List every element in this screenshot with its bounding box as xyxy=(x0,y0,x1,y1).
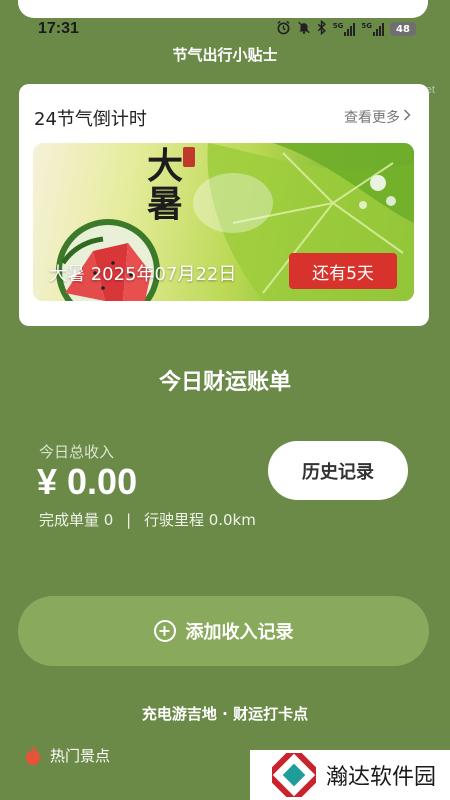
signal-1-icon: 5G xyxy=(333,22,356,36)
network-type-2: 5G xyxy=(361,22,372,30)
add-income-label: 添加收入记录 xyxy=(185,622,294,643)
bluetooth-icon xyxy=(317,19,327,39)
status-bar: 17:31 5G 5G 48 xyxy=(0,16,450,42)
history-button[interactable]: 历史记录 xyxy=(268,441,408,500)
status-time: 17:31 xyxy=(38,20,79,37)
add-income-button[interactable]: + 添加收入记录 xyxy=(18,596,429,666)
income-stats: 完成单量 0 | 行驶里程 0.0km xyxy=(39,509,256,530)
signal-2-icon: 5G xyxy=(361,22,384,36)
alarm-icon xyxy=(276,20,291,39)
view-more-label: 查看更多 xyxy=(344,110,400,126)
ledger-title: 今日财运账单 xyxy=(158,370,291,395)
solar-term-date-line: 大暑 2025年07月22日 xyxy=(49,260,236,286)
checkin-title: 充电游吉地 · 财运打卡点 xyxy=(141,705,309,723)
bell-muted-icon xyxy=(297,20,311,39)
hot-spots-label: 热门景点 xyxy=(50,746,111,765)
brand-watermark: 瀚达软件园 xyxy=(250,750,450,800)
card-title: 24节气倒计时 xyxy=(34,109,147,130)
solar-term-card: 24节气倒计时 查看更多 大暑 大暑 2025年07月22日 还有5天 xyxy=(19,84,429,326)
seal-stamp xyxy=(183,147,195,167)
mileage: 行驶里程 0.0km xyxy=(143,511,256,529)
brand-name: 瀚达软件园 xyxy=(326,765,437,790)
battery-icon: 48 xyxy=(390,22,416,36)
orders-count: 完成单量 0 xyxy=(39,511,114,529)
status-icons: 5G 5G 48 xyxy=(276,19,416,39)
view-more-link[interactable]: 查看更多 xyxy=(344,107,411,127)
stats-separator: | xyxy=(126,511,132,529)
chevron-right-icon xyxy=(403,109,411,125)
fire-icon xyxy=(26,745,40,765)
income-label: 今日总收入 xyxy=(39,443,115,461)
network-type-1: 5G xyxy=(332,22,344,30)
solar-term-date: 2025年07月22日 xyxy=(90,264,237,285)
brand-logo-icon xyxy=(272,753,316,797)
solar-term-name: 大暑 xyxy=(49,264,85,285)
hot-spots-tab[interactable]: 热门景点 xyxy=(24,744,110,766)
solar-term-banner[interactable]: 大暑 大暑 2025年07月22日 还有5天 xyxy=(33,143,414,301)
add-circle-icon: + xyxy=(153,620,176,642)
page-title: 节气出行小贴士 xyxy=(172,46,278,64)
income-value: ¥ 0.00 xyxy=(37,461,138,502)
countdown-badge: 还有5天 xyxy=(289,253,397,289)
